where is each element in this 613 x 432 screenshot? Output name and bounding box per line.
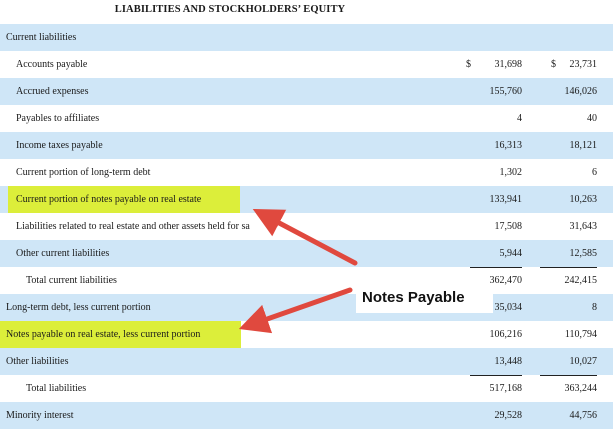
value-col2: 10,263 <box>569 194 598 205</box>
value-col1: 17,508 <box>494 221 523 232</box>
value-col1: 13,448 <box>470 348 522 376</box>
value-col2: 363,244 <box>564 383 598 394</box>
table-row-total: Total liabilities 517,168 363,244 <box>0 375 613 402</box>
row-label: Other current liabilities <box>16 248 110 259</box>
value-col1: 29,528 <box>494 410 523 421</box>
value-col1: 106,216 <box>489 329 523 340</box>
row-label: Total current liabilities <box>26 275 117 286</box>
table-row: Current liabilities <box>0 24 613 51</box>
currency-symbol: $ <box>466 59 471 70</box>
table-row: Liabilities related to real estate and o… <box>0 213 613 240</box>
table-row: Minority interest 29,528 44,756 <box>0 402 613 429</box>
notes-payable-callout: Notes Payable <box>356 283 493 313</box>
table-row: Accrued expenses 155,760 146,026 <box>0 78 613 105</box>
value-col1: 5,944 <box>470 240 522 268</box>
value-col2: 18,121 <box>569 140 598 151</box>
row-label: Long-term debt, less current portion <box>6 302 151 313</box>
table-row: Other current liabilities 5,944 12,585 <box>0 240 613 268</box>
value-col2: $23,731 <box>540 51 597 78</box>
value-col1: 517,168 <box>489 383 523 394</box>
value-col2: 31,643 <box>569 221 598 232</box>
table-row: Other liabilities 13,448 10,027 <box>0 348 613 376</box>
row-label: Current portion of notes payable on real… <box>16 194 202 205</box>
row-label: Accounts payable <box>16 59 88 70</box>
row-label: Notes payable on real estate, less curre… <box>6 329 201 340</box>
value-col2: 40 <box>587 113 597 124</box>
section-title: LIABILITIES AND STOCKHOLDERS’ EQUITY <box>114 4 346 15</box>
row-label: Income taxes payable <box>16 140 103 151</box>
table-row: Payables to affiliates 4 40 <box>0 105 613 132</box>
currency-symbol: $ <box>551 59 556 70</box>
value-col1: 155,760 <box>489 86 523 97</box>
table-row-total: Total current liabilities 362,470 242,41… <box>0 267 613 294</box>
row-label: Minority interest <box>6 410 74 421</box>
value-col2: 12,585 <box>540 240 597 268</box>
row-label: Payables to affiliates <box>16 113 100 124</box>
value-col1: $31,698 <box>466 51 522 78</box>
value-col2: 44,756 <box>569 410 598 421</box>
table-row: Long-term debt, less current portion 35,… <box>0 294 613 321</box>
row-label: Current liabilities <box>6 32 77 43</box>
row-label: Accrued expenses <box>16 86 89 97</box>
value-col1: 16,313 <box>494 140 523 151</box>
value-col1: 1,302 <box>499 167 523 178</box>
value-col1: 133,941 <box>489 194 523 205</box>
table-row-highlighted: Current portion of notes payable on real… <box>0 186 613 213</box>
row-label: Other liabilities <box>6 356 69 367</box>
value-col2: 10,027 <box>540 348 597 376</box>
value-col2: 146,026 <box>564 86 598 97</box>
table-row: Accounts payable $31,698 $23,731 <box>0 51 613 78</box>
table-row-highlighted: Notes payable on real estate, less curre… <box>0 321 613 348</box>
value-col1: 4 <box>517 113 522 124</box>
row-label: Current portion of long-term debt <box>16 167 151 178</box>
table-row: Income taxes payable 16,313 18,121 <box>0 132 613 159</box>
row-label: Liabilities related to real estate and o… <box>16 221 250 232</box>
row-label: Total liabilities <box>26 383 87 394</box>
balance-sheet-table: Current liabilities Accounts payable $31… <box>0 24 613 429</box>
value-col2: 8 <box>592 302 597 313</box>
value-col2: 242,415 <box>564 275 598 286</box>
table-row: Current portion of long-term debt 1,302 … <box>0 159 613 186</box>
value-col2: 110,794 <box>564 329 597 340</box>
value-col2: 6 <box>592 167 597 178</box>
